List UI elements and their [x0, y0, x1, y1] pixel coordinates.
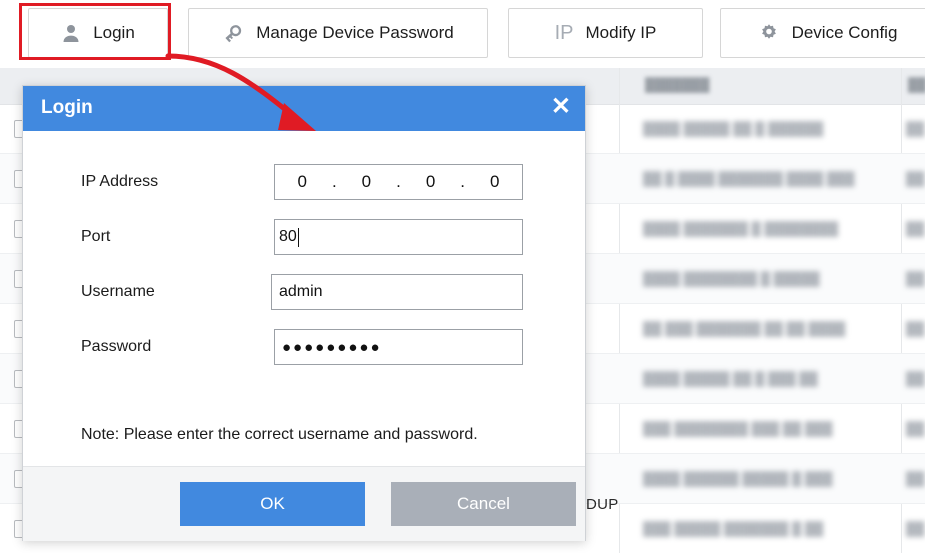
ip-segment-2[interactable]: 0: [362, 172, 371, 192]
port-value: 80: [279, 228, 297, 245]
table-header-cell: ███████: [645, 77, 710, 92]
table-cell: ██: [906, 471, 925, 486]
field-row-ip-address: IP Address 0 . 0 . 0 . 0: [23, 164, 585, 204]
ip-segment-1[interactable]: 0: [297, 172, 306, 192]
dialog-title-bar: Login ✕: [23, 86, 585, 131]
dialog-body: IP Address 0 . 0 . 0 . 0 Port 80 Usernam…: [23, 131, 585, 466]
ok-button[interactable]: OK: [180, 482, 365, 526]
table-cell: ██: [906, 321, 925, 336]
ip-icon: IP: [554, 22, 574, 44]
field-row-username: Username admin: [23, 274, 585, 314]
ip-separator: .: [460, 172, 466, 191]
modify-ip-label: Modify IP: [585, 23, 657, 42]
ip-separator: .: [331, 172, 337, 191]
username-value: admin: [279, 283, 323, 300]
table-header-cell: ██: [908, 77, 925, 92]
ok-button-label: OK: [260, 494, 285, 513]
ip-separator: .: [396, 172, 401, 191]
table-cell: ███ █████ ███████ █ ██: [643, 521, 824, 536]
table-cell: ██: [906, 521, 925, 536]
table-cell: ██: [906, 371, 925, 386]
table-cell: ████ ████████ █ █████: [643, 271, 820, 286]
dialog-note: Note: Please enter the correct username …: [81, 426, 478, 443]
table-cell: ███ ████████ ███ ██ ███: [643, 421, 833, 436]
ip-address-label: IP Address: [81, 173, 159, 190]
username-input[interactable]: admin: [271, 274, 523, 310]
password-label: Password: [81, 338, 152, 355]
login-button-highlight-annotation: [19, 3, 171, 60]
text-caret: [297, 227, 299, 247]
ip-segment-3[interactable]: 0: [426, 172, 435, 192]
table-cell: ██: [906, 171, 925, 186]
cancel-button-label: Cancel: [457, 494, 510, 513]
manage-device-password-label: Manage Device Password: [256, 23, 454, 42]
password-value: ●●●●●●●●●: [282, 338, 382, 356]
key-icon: [222, 22, 244, 44]
table-cell: ██: [906, 121, 925, 136]
table-cell: ██: [906, 271, 925, 286]
ip-segment-4[interactable]: 0: [490, 172, 499, 192]
table-cell: ████ ███████ █ ████████: [643, 221, 839, 236]
table-cell: ██: [906, 421, 925, 436]
field-row-password: Password ●●●●●●●●●: [23, 329, 585, 369]
field-row-port: Port 80: [23, 219, 585, 259]
manage-device-password-button[interactable]: Manage Device Password: [188, 8, 488, 58]
table-cell: ████ █████ ██ █ ███ ██: [643, 371, 818, 386]
table-cell: ████ █████ ██ █ ██████: [643, 121, 824, 136]
dialog-footer: OK Cancel: [23, 466, 585, 541]
partial-cell-text: DUP: [586, 496, 619, 513]
cancel-button[interactable]: Cancel: [391, 482, 576, 526]
dialog-title: Login: [41, 97, 93, 118]
username-label: Username: [81, 283, 155, 300]
device-config-button[interactable]: Device Config: [720, 8, 925, 58]
login-dialog: Login ✕ IP Address 0 . 0 . 0 . 0 Port 80: [22, 85, 586, 541]
gear-icon: [758, 22, 780, 44]
toolbar: Login Manage Device Password IP Modify I…: [0, 0, 925, 68]
close-icon[interactable]: ✕: [551, 95, 571, 119]
port-input[interactable]: 80: [274, 219, 523, 255]
table-cell: ██: [906, 221, 925, 236]
device-config-label: Device Config: [791, 23, 898, 42]
password-input[interactable]: ●●●●●●●●●: [274, 329, 523, 365]
table-cell: ██ █ ████ ███████ ████ ███: [643, 171, 855, 186]
table-cell: ████ ██████ █████ █ ███: [643, 471, 833, 486]
modify-ip-button[interactable]: IP Modify IP: [508, 8, 703, 58]
ip-address-input[interactable]: 0 . 0 . 0 . 0: [274, 164, 523, 200]
table-cell: ██ ███ ███████ ██ ██ ████: [643, 321, 846, 336]
port-label: Port: [81, 228, 111, 245]
